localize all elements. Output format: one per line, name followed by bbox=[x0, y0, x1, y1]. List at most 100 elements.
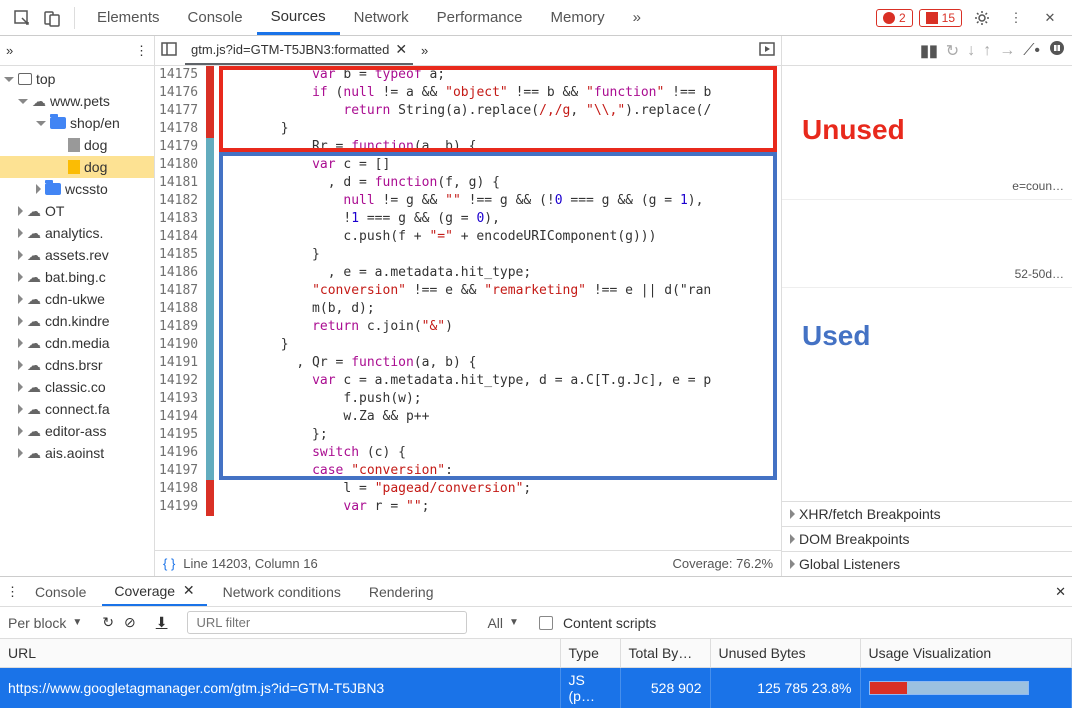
coverage-gutter bbox=[206, 66, 214, 550]
tree-top[interactable]: top bbox=[0, 68, 154, 90]
tree-item-aisaoinst[interactable]: ☁ais.aoinst bbox=[0, 442, 154, 464]
tree-item-label: analytics. bbox=[45, 225, 103, 241]
type-filter-select[interactable]: All ▼ bbox=[487, 615, 518, 631]
close-tab-icon[interactable]: ✕ bbox=[395, 41, 407, 58]
select-label: All bbox=[487, 615, 503, 631]
coverage-table: URL Type Total By… Unused Bytes Usage Vi… bbox=[0, 639, 1072, 708]
main-tabs: Elements Console Sources Network Perform… bbox=[83, 0, 655, 35]
step-out-icon[interactable]: ↑ bbox=[983, 42, 991, 60]
annotation-used-label: Used bbox=[802, 320, 870, 352]
tree-item-OT[interactable]: ☁OT bbox=[0, 200, 154, 222]
tab-console[interactable]: Console bbox=[174, 0, 257, 35]
tree-item-label: www.pets bbox=[50, 93, 110, 109]
coverage-granularity-select[interactable]: Per block ▼ bbox=[8, 615, 82, 631]
tree-item-analytics[interactable]: ☁analytics. bbox=[0, 222, 154, 244]
content-scripts-checkbox[interactable] bbox=[539, 616, 553, 630]
debugger-controls: ▮▮ ↻ ↓ ↑ → ⟋• bbox=[782, 36, 1072, 66]
cloud-icon: ☁ bbox=[27, 379, 41, 396]
navigator-toggle-icon[interactable] bbox=[161, 42, 177, 59]
content-scripts-label: Content scripts bbox=[563, 615, 656, 631]
drawer-tab-rendering[interactable]: Rendering bbox=[357, 577, 446, 606]
tree-item-editorass[interactable]: ☁editor-ass bbox=[0, 420, 154, 442]
step-into-icon[interactable]: ↓ bbox=[967, 42, 975, 60]
tab-sources[interactable]: Sources bbox=[257, 0, 340, 35]
coverage-row[interactable]: https://www.googletagmanager.com/gtm.js?… bbox=[0, 667, 1072, 708]
tree-item-cdnkindre[interactable]: ☁cdn.kindre bbox=[0, 310, 154, 332]
tree-item-label: shop/en bbox=[70, 115, 120, 131]
drawer-tab-coverage[interactable]: Coverage ✕ bbox=[102, 577, 206, 606]
tree-item-label: classic.co bbox=[45, 379, 106, 395]
cloud-icon: ☁ bbox=[27, 401, 41, 418]
clear-icon[interactable]: ⊘ bbox=[124, 614, 136, 631]
annotation-unused-label: Unused bbox=[802, 114, 905, 146]
tree-item-label: assets.rev bbox=[45, 247, 109, 263]
step-icon[interactable]: → bbox=[999, 42, 1015, 60]
close-coverage-icon[interactable]: ✕ bbox=[183, 582, 195, 599]
folder-icon bbox=[50, 117, 66, 129]
tree-item-label: dog bbox=[84, 159, 107, 175]
pane-xhr-breakpoints[interactable]: XHR/fetch Breakpoints bbox=[782, 501, 1072, 526]
inspect-icon[interactable] bbox=[8, 4, 36, 32]
tab-elements[interactable]: Elements bbox=[83, 0, 174, 35]
tree-item-label: cdn-ukwe bbox=[45, 291, 105, 307]
tree-item-dog[interactable]: dog bbox=[0, 134, 154, 156]
url-filter-input[interactable] bbox=[187, 611, 467, 634]
stub-row-1: e=coun… bbox=[782, 172, 1072, 200]
device-toggle-icon[interactable] bbox=[38, 4, 66, 32]
pretty-print-icon[interactable]: { } bbox=[163, 556, 175, 571]
deactivate-breakpoints-icon[interactable]: ⟋• bbox=[1023, 42, 1040, 60]
tab-memory[interactable]: Memory bbox=[537, 0, 619, 35]
tab-performance[interactable]: Performance bbox=[423, 0, 537, 35]
sidebar-kebab-icon[interactable]: ⋮ bbox=[135, 43, 148, 59]
col-type[interactable]: Type bbox=[560, 639, 620, 667]
col-url[interactable]: URL bbox=[0, 639, 560, 667]
kebab-icon[interactable]: ⋮ bbox=[1002, 4, 1030, 32]
editor-file-tab[interactable]: gtm.js?id=GTM-T5JBN3:formatted ✕ bbox=[185, 36, 413, 65]
reload-icon[interactable]: ↻ bbox=[102, 614, 114, 631]
pane-dom-breakpoints[interactable]: DOM Breakpoints bbox=[782, 526, 1072, 551]
drawer-tab-label: Coverage bbox=[114, 583, 175, 599]
tab-overflow[interactable]: » bbox=[619, 0, 655, 35]
close-drawer-icon[interactable]: ✕ bbox=[1055, 584, 1066, 600]
step-over-icon[interactable]: ↻ bbox=[946, 41, 959, 61]
tree-item-batbingc[interactable]: ☁bat.bing.c bbox=[0, 266, 154, 288]
pane-global-listeners[interactable]: Global Listeners bbox=[782, 551, 1072, 576]
file-icon bbox=[68, 138, 80, 152]
tree-item-wcssto[interactable]: wcssto bbox=[0, 178, 154, 200]
drawer-tab-network-conditions[interactable]: Network conditions bbox=[211, 577, 353, 606]
pane-label: Global Listeners bbox=[799, 556, 900, 572]
tree-item-connectfa[interactable]: ☁connect.fa bbox=[0, 398, 154, 420]
tree-item-cdnmedia[interactable]: ☁cdn.media bbox=[0, 332, 154, 354]
tree-item-cdnsbrsr[interactable]: ☁cdns.brsr bbox=[0, 354, 154, 376]
run-snippet-icon[interactable] bbox=[759, 42, 775, 59]
tree-item-dog[interactable]: dog bbox=[0, 156, 154, 178]
cell-usage bbox=[860, 667, 1072, 708]
col-usage[interactable]: Usage Visualization bbox=[860, 639, 1072, 667]
col-unused[interactable]: Unused Bytes bbox=[710, 639, 860, 667]
tree-item-shopen[interactable]: shop/en bbox=[0, 112, 154, 134]
drawer-tab-console[interactable]: Console bbox=[23, 577, 98, 606]
select-label: Per block bbox=[8, 615, 66, 631]
code-area[interactable]: var b = typeof a; if (null != a && "obje… bbox=[214, 66, 711, 550]
cursor-position: Line 14203, Column 16 bbox=[183, 556, 317, 571]
tree-item-label: cdns.brsr bbox=[45, 357, 103, 373]
tree-item-wwwpets[interactable]: ☁www.pets bbox=[0, 90, 154, 112]
settings-icon[interactable] bbox=[968, 4, 996, 32]
cloud-icon: ☁ bbox=[27, 335, 41, 352]
tree-item-classicco[interactable]: ☁classic.co bbox=[0, 376, 154, 398]
editor-tabs-overflow-icon[interactable]: » bbox=[421, 43, 428, 58]
tree-item-label: wcssto bbox=[65, 181, 108, 197]
export-icon[interactable]: ⬇ bbox=[156, 614, 168, 631]
tree-item-assetsrev[interactable]: ☁assets.rev bbox=[0, 244, 154, 266]
tree-item-cdnukwe[interactable]: ☁cdn-ukwe bbox=[0, 288, 154, 310]
pause-exceptions-icon[interactable] bbox=[1048, 39, 1066, 62]
sidebar-overflow-icon[interactable]: » bbox=[6, 43, 13, 58]
pause-icon[interactable]: ▮▮ bbox=[920, 41, 938, 61]
warning-count-badge[interactable]: 15 bbox=[919, 9, 962, 27]
close-devtools-icon[interactable]: ✕ bbox=[1036, 4, 1064, 32]
col-total[interactable]: Total By… bbox=[620, 639, 710, 667]
cloud-icon: ☁ bbox=[27, 291, 41, 308]
error-count-badge[interactable]: 2 bbox=[876, 9, 913, 27]
tab-network[interactable]: Network bbox=[340, 0, 423, 35]
drawer-kebab-icon[interactable]: ⋮ bbox=[6, 584, 19, 600]
